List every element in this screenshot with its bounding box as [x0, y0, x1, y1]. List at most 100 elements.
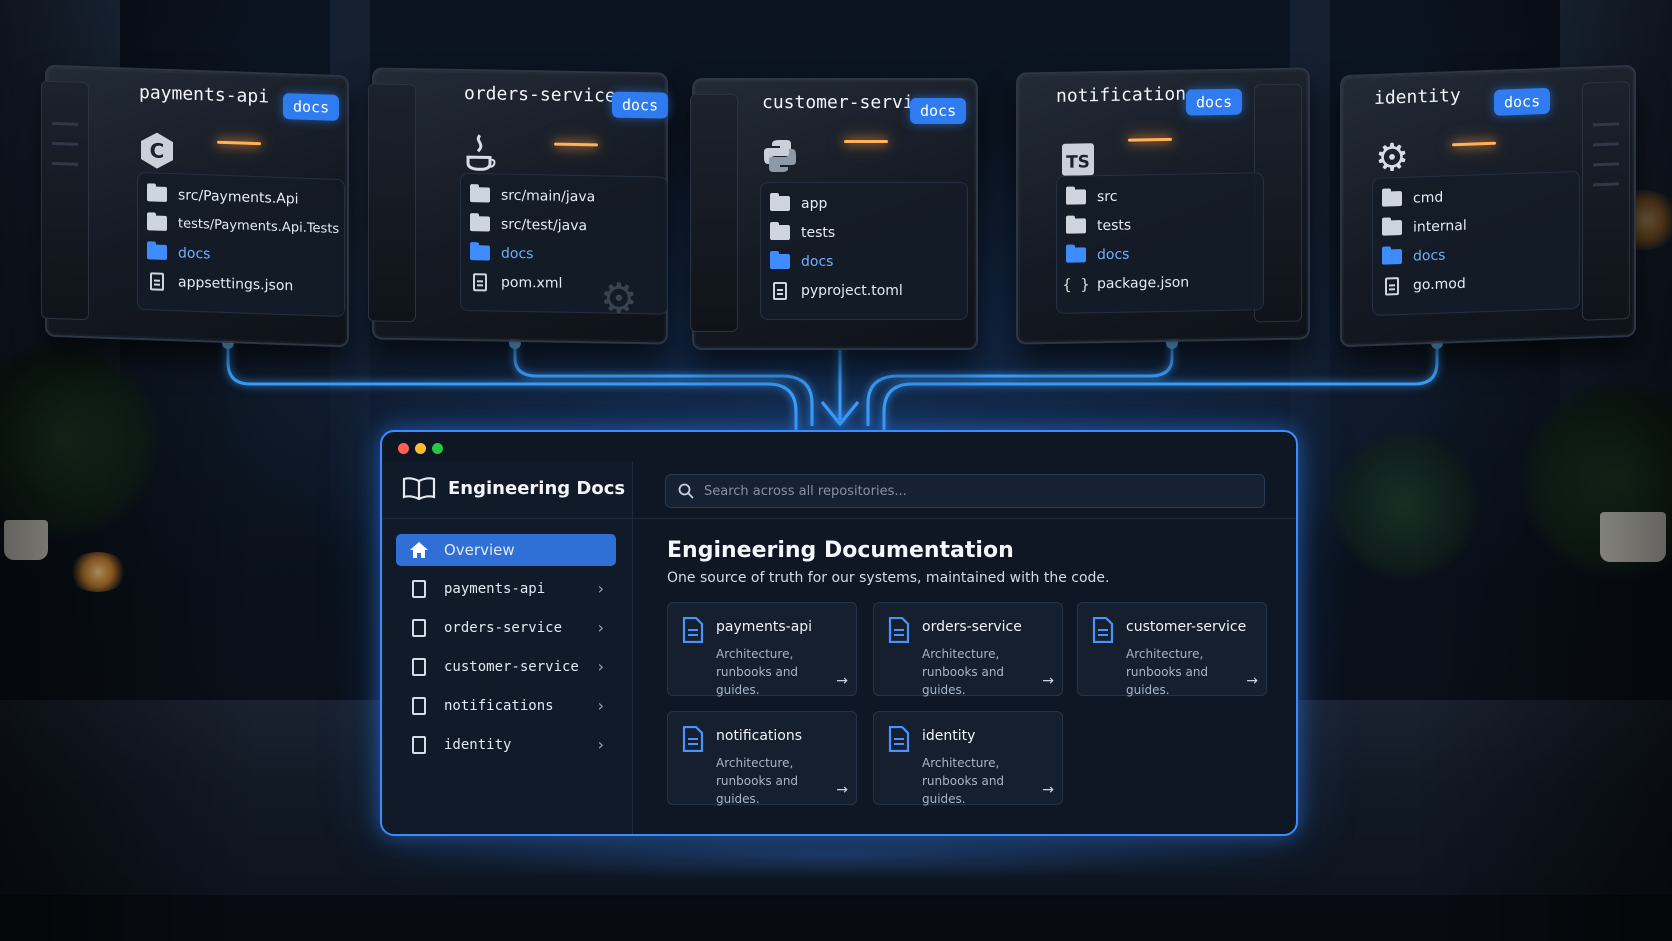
home-icon: [408, 540, 430, 560]
server-side-panel: [1582, 81, 1630, 321]
arrow-right-icon: →: [836, 782, 848, 798]
sidebar: Engineering Docs Overview payments-api ›…: [382, 462, 633, 834]
maximize-window-button[interactable]: [432, 443, 443, 454]
close-window-button[interactable]: [398, 443, 409, 454]
card-description: Architecture, runbooks and guides.: [922, 647, 1005, 697]
connector-identity: [882, 343, 1439, 430]
tree-item[interactable]: tests: [767, 218, 967, 247]
card-description: Architecture, runbooks and guides.: [716, 647, 799, 697]
folder-blue-icon: [467, 243, 493, 263]
brand[interactable]: Engineering Docs: [402, 476, 625, 500]
sidebar-item-payments-api[interactable]: payments-api ›: [396, 573, 616, 605]
search-input[interactable]: Search across all repositories...: [665, 474, 1265, 508]
folder-icon: [467, 214, 493, 234]
server-side-panel: [690, 94, 738, 332]
file-icon: [144, 271, 170, 292]
sidebar-item-orders-service[interactable]: orders-service ›: [396, 612, 616, 644]
tree-item[interactable]: src: [1063, 179, 1263, 211]
top-bar: Search across all repositories...: [633, 462, 1296, 519]
tree-item-docs[interactable]: docs: [467, 238, 667, 270]
gear-icon: ⚙: [600, 273, 638, 324]
docs-badge[interactable]: docs: [1494, 87, 1551, 116]
repo-doc-card[interactable]: notifications Architecture, runbooks and…: [667, 711, 857, 806]
repo-card-payments-api[interactable]: payments-api docs C src/Payments.Api tes…: [41, 64, 349, 348]
document-icon: [888, 617, 910, 643]
folder-icon: [1379, 217, 1405, 238]
folder-blue-icon: [144, 242, 170, 263]
docs-badge[interactable]: docs: [1186, 88, 1243, 116]
folder-icon: [144, 184, 170, 205]
tree-item-docs[interactable]: docs: [767, 247, 967, 276]
arrow-right-icon: →: [1246, 673, 1258, 689]
chevron-right-icon: ›: [597, 618, 604, 637]
braces-icon: { }: [1062, 274, 1090, 294]
page-subtitle: One source of truth for our systems, mai…: [667, 570, 1110, 586]
repo-card-customer-service[interactable]: customer-service docs app tests docs pyp…: [690, 78, 978, 350]
document-icon: [408, 657, 430, 677]
sidebar-item-notifications[interactable]: notifications ›: [396, 690, 616, 722]
document-icon: [682, 726, 704, 752]
tree-item[interactable]: appsettings.json: [144, 266, 344, 302]
sidebar-item-overview[interactable]: Overview: [396, 534, 616, 566]
sidebar-nav: Overview payments-api › orders-service ›…: [396, 534, 616, 768]
repo-name: orders-service: [464, 83, 616, 107]
status-light: [1128, 137, 1172, 142]
tree-item-docs[interactable]: docs: [1063, 237, 1263, 269]
tree-item[interactable]: go.mod: [1379, 265, 1579, 301]
repo-card-orders-service[interactable]: orders-service docs src/main/java src/te…: [368, 67, 669, 345]
repo-doc-card[interactable]: identity Architecture, runbooks and guid…: [873, 711, 1063, 806]
repo-doc-card[interactable]: customer-service Architecture, runbooks …: [1077, 602, 1267, 697]
chevron-right-icon: ›: [597, 657, 604, 676]
svg-text:TS: TS: [1066, 152, 1090, 172]
sidebar-item-label: notifications: [444, 698, 554, 714]
repo-card-notifications[interactable]: notifications docs TS src tests docs { }…: [1016, 67, 1310, 345]
docs-badge[interactable]: docs: [910, 98, 967, 124]
minimize-window-button[interactable]: [415, 443, 426, 454]
card-title: identity: [922, 728, 976, 744]
file-icon: [467, 272, 493, 292]
repo-card-identity[interactable]: identity docs ⚙ cmd internal docs go.mod: [1340, 64, 1636, 348]
document-icon: [408, 618, 430, 638]
file-tree: src/Payments.Api tests/Payments.Api.Test…: [137, 171, 345, 318]
brand-title: Engineering Docs: [448, 477, 626, 499]
server-side-panel: [41, 80, 89, 321]
sidebar-item-identity[interactable]: identity ›: [396, 729, 616, 761]
csharp-icon: C: [137, 130, 177, 171]
folder-icon: [1379, 188, 1405, 209]
folder-icon: [1063, 187, 1089, 207]
card-title: orders-service: [922, 619, 1022, 635]
tree-item[interactable]: src/test/java: [467, 209, 667, 241]
tree-item[interactable]: app: [767, 189, 967, 218]
docs-app-window: Engineering Docs Overview payments-api ›…: [380, 430, 1298, 836]
status-light: [554, 142, 598, 147]
document-icon: [888, 726, 910, 752]
tree-item[interactable]: { } package.json: [1062, 266, 1263, 298]
chevron-right-icon: ›: [597, 696, 604, 715]
sidebar-item-customer-service[interactable]: customer-service ›: [396, 651, 616, 683]
repo-doc-card[interactable]: payments-api Architecture, runbooks and …: [667, 602, 857, 697]
python-icon: [760, 136, 800, 176]
tree-item[interactable]: pyproject.toml: [767, 276, 967, 305]
sidebar-item-label: payments-api: [444, 581, 546, 597]
status-light: [844, 140, 888, 143]
docs-badge[interactable]: docs: [612, 91, 669, 119]
server-side-panel: [368, 83, 416, 323]
sidebar-item-label: orders-service: [444, 620, 563, 636]
repo-doc-card[interactable]: orders-service Architecture, runbooks an…: [873, 602, 1063, 697]
repo-name: identity: [1374, 84, 1461, 109]
docs-badge[interactable]: docs: [283, 93, 340, 121]
folder-icon: [144, 213, 170, 234]
document-icon: [1092, 617, 1114, 643]
tree-item[interactable]: tests: [1063, 208, 1263, 240]
sidebar-item-label: customer-service: [444, 659, 579, 675]
card-description: Architecture, runbooks and guides.: [922, 756, 1005, 806]
folder-icon: [1063, 216, 1089, 236]
card-title: customer-service: [1126, 619, 1247, 635]
tree-item[interactable]: src/main/java: [467, 180, 667, 212]
card-description: Architecture, runbooks and guides.: [716, 756, 799, 806]
sidebar-item-label: Overview: [444, 541, 515, 559]
folder-icon: [767, 222, 793, 243]
sidebar-item-label: identity: [444, 737, 512, 753]
arrow-right-icon: →: [1042, 673, 1054, 689]
chevron-right-icon: ›: [597, 735, 604, 754]
